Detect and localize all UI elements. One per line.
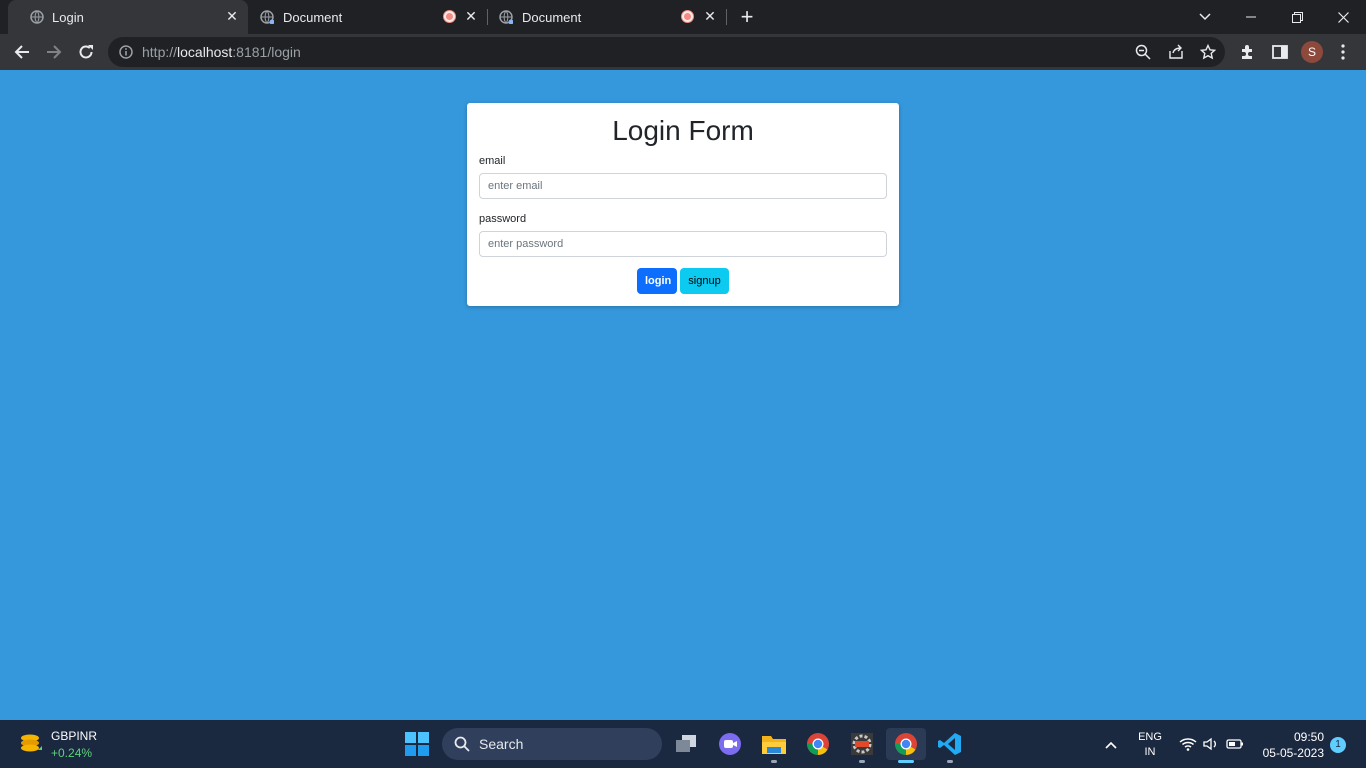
language-code: ENG <box>1138 731 1162 743</box>
tab-separator <box>726 9 727 25</box>
tab-title: Document <box>522 10 582 25</box>
back-button[interactable] <box>10 40 34 64</box>
site-info-icon[interactable] <box>119 45 133 59</box>
windows-start-icon[interactable] <box>405 732 429 756</box>
password-label: password <box>479 213 527 225</box>
vscode-button[interactable] <box>930 728 970 763</box>
email-input[interactable] <box>479 173 887 199</box>
active-indicator <box>898 760 914 763</box>
side-panel-icon[interactable] <box>1271 43 1289 61</box>
chrome-icon <box>807 733 829 755</box>
clock-time: 09:50 <box>1293 730 1324 744</box>
tab-strip: Login ✕ Document ✕ Document ✕ + <box>0 0 1366 34</box>
tab-title: Document <box>283 10 343 25</box>
chevron-up-icon[interactable] <box>1103 737 1119 753</box>
tab-document-1[interactable]: Document ✕ <box>248 0 486 34</box>
running-indicator <box>947 760 953 763</box>
search-icon <box>454 736 470 752</box>
arrow-left-icon <box>14 45 29 59</box>
globe-icon <box>499 10 513 24</box>
ide-icon <box>851 733 873 755</box>
login-button[interactable]: login <box>637 268 677 294</box>
chrome-icon <box>895 733 917 755</box>
volume-icon[interactable] <box>1202 735 1220 753</box>
clock[interactable]: 09:50 05-05-2023 <box>1258 729 1324 761</box>
password-input[interactable] <box>479 231 887 257</box>
close-tab-icon[interactable]: ✕ <box>702 8 718 24</box>
share-icon[interactable] <box>1168 44 1184 60</box>
task-view-icon <box>676 735 696 752</box>
tab-search-button[interactable] <box>1182 0 1228 34</box>
taskbar: GBPINR +0.24% Search ENG IN 09:50 05-05-… <box>0 720 1366 768</box>
running-indicator <box>859 760 865 763</box>
currency-coins-icon[interactable] <box>18 730 44 756</box>
extensions-icon[interactable] <box>1239 43 1257 61</box>
ticker-change: +0.24% <box>51 746 93 760</box>
clock-date: 05-05-2023 <box>1262 746 1324 760</box>
close-icon <box>1337 11 1349 23</box>
minimize-button[interactable] <box>1228 0 1274 34</box>
minimize-icon <box>1246 16 1256 18</box>
chevron-down-icon <box>1199 13 1211 21</box>
wifi-icon[interactable] <box>1179 735 1197 753</box>
tab-login[interactable]: Login ✕ <box>8 0 248 34</box>
close-tab-icon[interactable]: ✕ <box>463 8 479 24</box>
taskbar-search[interactable]: Search <box>442 728 662 760</box>
close-tab-icon[interactable]: ✕ <box>224 8 240 24</box>
chrome-button[interactable] <box>798 728 838 760</box>
signup-button[interactable]: signup <box>680 268 729 294</box>
restore-button[interactable] <box>1274 0 1320 34</box>
file-explorer-button[interactable] <box>754 728 794 763</box>
menu-kebab-icon[interactable] <box>1340 43 1346 61</box>
running-indicator <box>771 760 777 763</box>
ide-button[interactable] <box>842 728 882 763</box>
language-indicator[interactable]: ENG IN <box>1135 730 1165 760</box>
notification-badge[interactable]: 1 <box>1330 737 1346 753</box>
battery-icon[interactable] <box>1226 735 1244 753</box>
search-label: Search <box>479 736 524 752</box>
recording-icon <box>444 11 455 22</box>
forward-button[interactable] <box>42 40 66 64</box>
login-form-card: Login Form email password login signup <box>467 103 899 306</box>
meet-button[interactable] <box>710 728 750 760</box>
new-tab-button[interactable]: + <box>736 6 758 28</box>
restore-icon <box>1291 11 1303 23</box>
address-bar[interactable]: http://localhost:8181/login <box>108 37 1225 67</box>
reload-icon <box>79 45 93 59</box>
region-code: IN <box>1144 746 1156 758</box>
close-window-button[interactable] <box>1320 0 1366 34</box>
bookmark-star-icon[interactable] <box>1200 44 1216 60</box>
reload-button[interactable] <box>74 40 98 64</box>
url-scheme: http:// <box>142 44 178 60</box>
chrome-active-button[interactable] <box>886 728 926 763</box>
url-path: :8181/login <box>232 44 301 60</box>
globe-icon <box>260 10 274 24</box>
tab-title: Login <box>52 10 84 25</box>
profile-avatar[interactable]: S <box>1301 41 1323 63</box>
globe-icon <box>30 10 44 24</box>
email-label: email <box>479 155 506 167</box>
form-title: Login Form <box>612 115 754 146</box>
arrow-right-icon <box>47 45 62 59</box>
zoom-icon[interactable] <box>1135 44 1151 60</box>
task-view-button[interactable] <box>666 728 706 760</box>
stock-widget[interactable]: GBPINR +0.24% <box>51 729 97 760</box>
url-host: localhost <box>177 44 233 60</box>
vscode-icon <box>938 733 961 755</box>
meet-icon <box>719 733 741 755</box>
recording-icon <box>682 11 693 22</box>
tab-document-2[interactable]: Document ✕ <box>488 0 726 34</box>
browser-toolbar: http://localhost:8181/login S <box>0 34 1366 70</box>
ticker-symbol: GBPINR <box>51 729 98 743</box>
url-text: http://localhost:8181/login <box>142 44 301 60</box>
file-explorer-icon <box>762 736 786 754</box>
